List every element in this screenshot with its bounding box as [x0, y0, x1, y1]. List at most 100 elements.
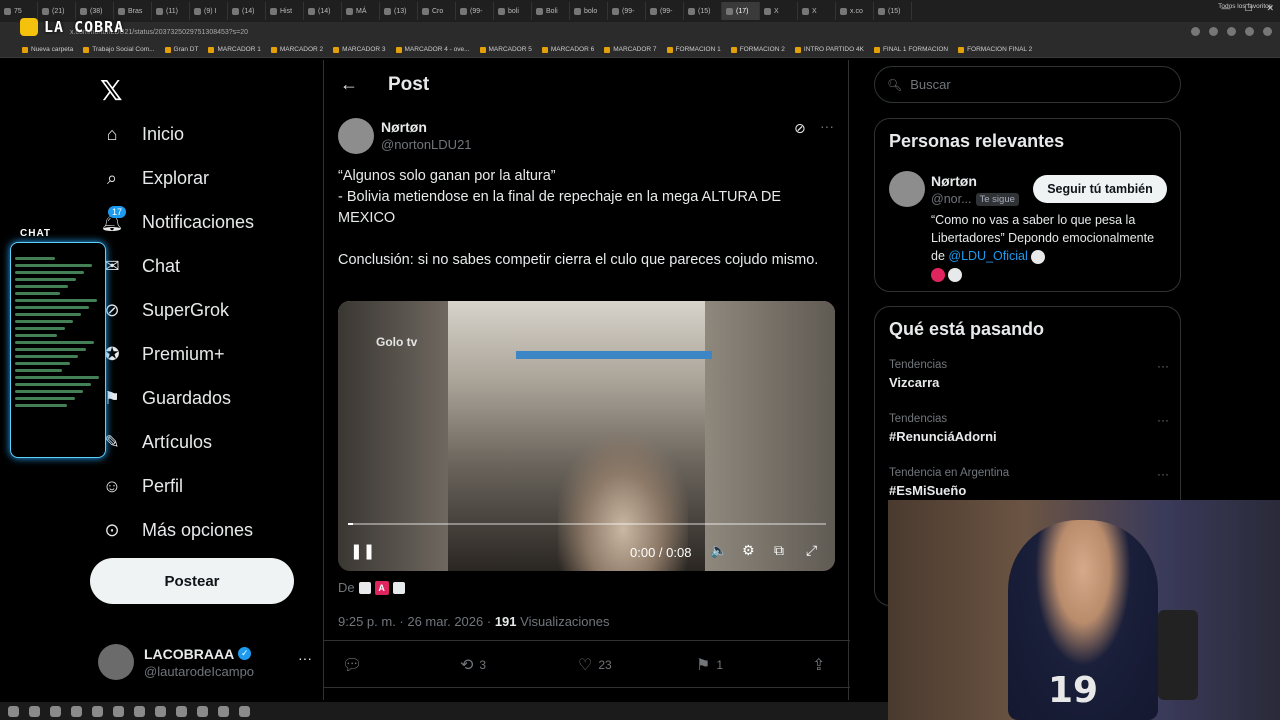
- app-icon[interactable]: [239, 705, 250, 717]
- account-switcher[interactable]: LACOBRAAA ✓ @lautarodeIcampo ···: [98, 642, 312, 682]
- bookmark-item[interactable]: MARCADOR 7: [604, 46, 657, 53]
- x-logo-icon[interactable]: 𝕏: [100, 74, 123, 107]
- nav-item-notificaciones[interactable]: 🔔︎ 17 Notificaciones: [88, 202, 254, 242]
- chrome-icon[interactable]: [50, 705, 61, 717]
- bookmark-item[interactable]: MARCADOR 6: [541, 46, 594, 53]
- repost-button[interactable]: ⟲ 3: [460, 655, 486, 675]
- bookmark-item[interactable]: Nueva carpeta: [22, 46, 73, 53]
- follow-button[interactable]: Seguir tú también: [1033, 175, 1167, 203]
- source-badge-letter[interactable]: A: [374, 580, 389, 595]
- trend-more-icon[interactable]: ···: [1157, 467, 1169, 481]
- browser-tab[interactable]: Cro: [418, 2, 456, 20]
- browser-tab[interactable]: (99-: [608, 2, 646, 20]
- search-input[interactable]: [910, 77, 1151, 92]
- zoom-icon[interactable]: [1209, 27, 1218, 36]
- like-button[interactable]: ♡ 23: [578, 655, 612, 675]
- browser-tab[interactable]: (14): [228, 2, 266, 20]
- nav-item-explorar[interactable]: ⌕ Explorar: [88, 158, 209, 198]
- bookmark-item[interactable]: Trabajo Social Com...: [83, 46, 155, 53]
- bio-mention-link[interactable]: @LDU_Oficial: [948, 249, 1027, 263]
- nav-item-premium-[interactable]: ✪ Premium+: [88, 334, 224, 374]
- browser-tab[interactable]: (99-: [456, 2, 494, 20]
- browser-tab[interactable]: Hist: [266, 2, 304, 20]
- video-player[interactable]: Golo tv ❚❚ 0:00 / 0:08 🔈 ⚙ ⧉ ⤢: [338, 301, 835, 571]
- nav-item-inicio[interactable]: ⌂ Inicio: [88, 114, 184, 154]
- avatar[interactable]: [338, 118, 374, 154]
- browser-tab[interactable]: MÁ: [342, 2, 380, 20]
- profile-icon[interactable]: [1245, 27, 1254, 36]
- browser-tab[interactable]: boli: [494, 2, 532, 20]
- bookmark-item[interactable]: FORMACION 1: [666, 46, 721, 53]
- author-handle[interactable]: @nortonLDU21: [381, 137, 472, 152]
- bookmark-item[interactable]: INTRO PARTIDO 4K: [794, 46, 864, 53]
- browser-tab[interactable]: X: [760, 2, 798, 20]
- bookmark-button[interactable]: ⚑ 1: [696, 655, 723, 675]
- app-icon[interactable]: [197, 705, 208, 717]
- menu-icon[interactable]: [1263, 27, 1272, 36]
- bookmark-item[interactable]: MARCADOR 4 - ove...: [395, 46, 470, 53]
- browser-tab[interactable]: (15): [874, 2, 912, 20]
- bookmark-item[interactable]: MARCADOR 3: [333, 46, 386, 53]
- grok-icon[interactable]: ⊘: [794, 120, 806, 137]
- fullscreen-icon[interactable]: ⤢: [806, 542, 817, 559]
- browser-tab[interactable]: (11): [152, 2, 190, 20]
- pip-icon[interactable]: ⧉: [774, 542, 784, 559]
- browser-tab[interactable]: (13): [380, 2, 418, 20]
- star-icon[interactable]: [1227, 27, 1236, 36]
- app-icon[interactable]: [92, 705, 103, 717]
- browser-tab[interactable]: (14): [304, 2, 342, 20]
- all-bookmarks-link[interactable]: Todos los favoritos: [1218, 3, 1272, 10]
- settings-icon[interactable]: ⚙: [742, 542, 755, 559]
- app-icon[interactable]: [176, 705, 187, 717]
- nav-item-más-opciones[interactable]: ⊙ Más opciones: [88, 510, 253, 550]
- bookmark-item[interactable]: Gran DT: [164, 46, 198, 53]
- trend-item[interactable]: Tendencias #RenunciáAdorni ···: [889, 413, 1169, 444]
- account-more-icon[interactable]: ···: [298, 650, 312, 666]
- browser-tab[interactable]: x.co: [836, 2, 874, 20]
- browser-tab[interactable]: bolo: [570, 2, 608, 20]
- nav-item-guardados[interactable]: ⚑ Guardados: [88, 378, 231, 418]
- steam-icon[interactable]: [134, 705, 145, 717]
- app-icon[interactable]: [155, 705, 166, 717]
- extension-icon[interactable]: [1191, 27, 1200, 36]
- relevant-person-handle[interactable]: @nor...: [931, 192, 972, 206]
- browser-tab[interactable]: (17): [722, 2, 760, 20]
- trend-item[interactable]: Tendencias Vizcarra ···: [889, 359, 1169, 390]
- browser-tab[interactable]: Boli: [532, 2, 570, 20]
- bookmark-item[interactable]: FINAL 1 FORMACION: [873, 46, 948, 53]
- back-arrow-icon[interactable]: ←: [340, 74, 358, 95]
- browser-tab[interactable]: (99-: [646, 2, 684, 20]
- bookmark-item[interactable]: FORMACION 2: [730, 46, 785, 53]
- avatar[interactable]: [889, 171, 925, 207]
- start-icon[interactable]: [8, 705, 19, 717]
- author-name[interactable]: Nørtøn: [381, 119, 427, 135]
- relevant-person-name[interactable]: Nørtøn: [931, 173, 977, 189]
- pause-icon[interactable]: ❚❚: [350, 542, 375, 560]
- trend-more-icon[interactable]: ···: [1157, 359, 1169, 373]
- discord-icon[interactable]: [113, 705, 124, 717]
- volume-icon[interactable]: 🔈: [710, 542, 727, 559]
- nav-item-perfil[interactable]: ☺ Perfil: [88, 466, 183, 506]
- app-icon[interactable]: [218, 705, 229, 717]
- browser-tab[interactable]: X: [798, 2, 836, 20]
- app-icon[interactable]: [71, 705, 82, 717]
- search-box[interactable]: 🔍︎: [874, 66, 1181, 103]
- address-bar[interactable]: x.com/nortonLDU21/status/203732502975130…: [0, 22, 1280, 42]
- bookmark-item[interactable]: FORMACION FINAL 2: [958, 46, 1032, 53]
- post-button[interactable]: Postear: [90, 558, 294, 604]
- browser-tab-label: (14): [318, 7, 331, 15]
- video-progress-bar[interactable]: [348, 523, 826, 525]
- more-options-icon[interactable]: ···: [820, 118, 834, 134]
- folder-icon[interactable]: [29, 705, 40, 717]
- trend-item[interactable]: Tendencia en Argentina #EsMiSueño ···: [889, 467, 1169, 498]
- tweet-timestamp[interactable]: 9:25 p. m. · 26 mar. 2026 ·: [338, 614, 495, 629]
- trend-more-icon[interactable]: ···: [1157, 413, 1169, 427]
- browser-tab[interactable]: (15): [684, 2, 722, 20]
- browser-tab[interactable]: (9) I: [190, 2, 228, 20]
- bookmark-item[interactable]: MARCADOR 1: [208, 46, 261, 53]
- bookmark-item[interactable]: MARCADOR 2: [270, 46, 323, 53]
- reply-button[interactable]: 💬︎: [342, 655, 368, 675]
- bookmark-item[interactable]: MARCADOR 5: [479, 46, 532, 53]
- nav-item-supergrok[interactable]: ⊘ SuperGrok: [88, 290, 229, 330]
- share-button[interactable]: ⇪: [812, 655, 825, 675]
